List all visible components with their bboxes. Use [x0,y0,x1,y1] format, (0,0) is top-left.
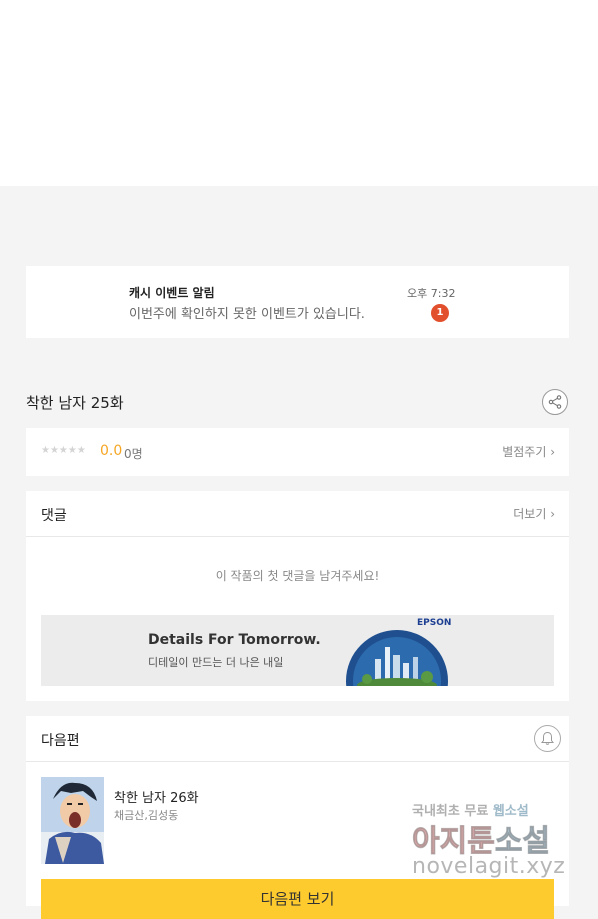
bell-icon [541,731,554,745]
next-episode-thumbnail[interactable] [41,777,104,864]
notification-time: 오후 7:32 [407,287,456,300]
notification-title: 캐시 이벤트 알림 [129,286,215,300]
comments-card: 댓글 더보기 › 이 작품의 첫 댓글을 남겨주세요! Details For … [26,491,569,701]
ad-headline: Details For Tomorrow. [148,632,321,648]
watermark-url: novelagit.xyz [412,854,566,879]
rating-card: ★★★★★ 0.0 0명 별점주기 › [26,428,569,476]
notification-badge: 1 [431,304,449,322]
notification-message: 이번주에 확인하지 못한 이벤트가 있습니다. [129,307,365,322]
site-watermark: 국내최초 무료 웹소설 아지툰소설 novelagit.xyz [405,798,585,888]
rating-count: 0명 [124,447,143,461]
rate-button[interactable]: 별점주기 › [502,443,555,460]
ad-banner[interactable]: Details For Tomorrow. 디테일이 만드는 더 나은 내일 E… [41,615,554,686]
notification-card[interactable]: 캐시 이벤트 알림 이번주에 확인하지 못한 이벤트가 있습니다. 오후 7:3… [26,266,569,338]
star-rating-icons: ★★★★★ [41,445,86,456]
next-episode-section-title: 다음편 [41,733,80,749]
comments-header: 댓글 더보기 › [26,491,569,537]
ad-brand-logo: EPSON [417,618,452,628]
comments-title: 댓글 [41,508,67,524]
ad-subline: 디테일이 만드는 더 나은 내일 [148,656,284,669]
ad-city-globe-image [346,630,448,686]
share-button[interactable] [542,389,568,415]
next-episode-title[interactable]: 착한 남자 26화 [114,787,199,806]
comments-more-link[interactable]: 더보기 › [513,505,555,522]
next-episode-authors: 채금산,김성동 [114,809,179,822]
episode-title: 착한 남자 25화 [26,394,124,412]
notification-bell-button[interactable] [534,725,561,752]
rating-score: 0.0 [100,443,123,459]
next-episode-header: 다음편 [26,716,569,762]
share-icon [548,395,562,409]
comments-empty-message: 이 작품의 첫 댓글을 남겨주세요! [215,569,380,583]
top-blank-area [0,0,598,186]
